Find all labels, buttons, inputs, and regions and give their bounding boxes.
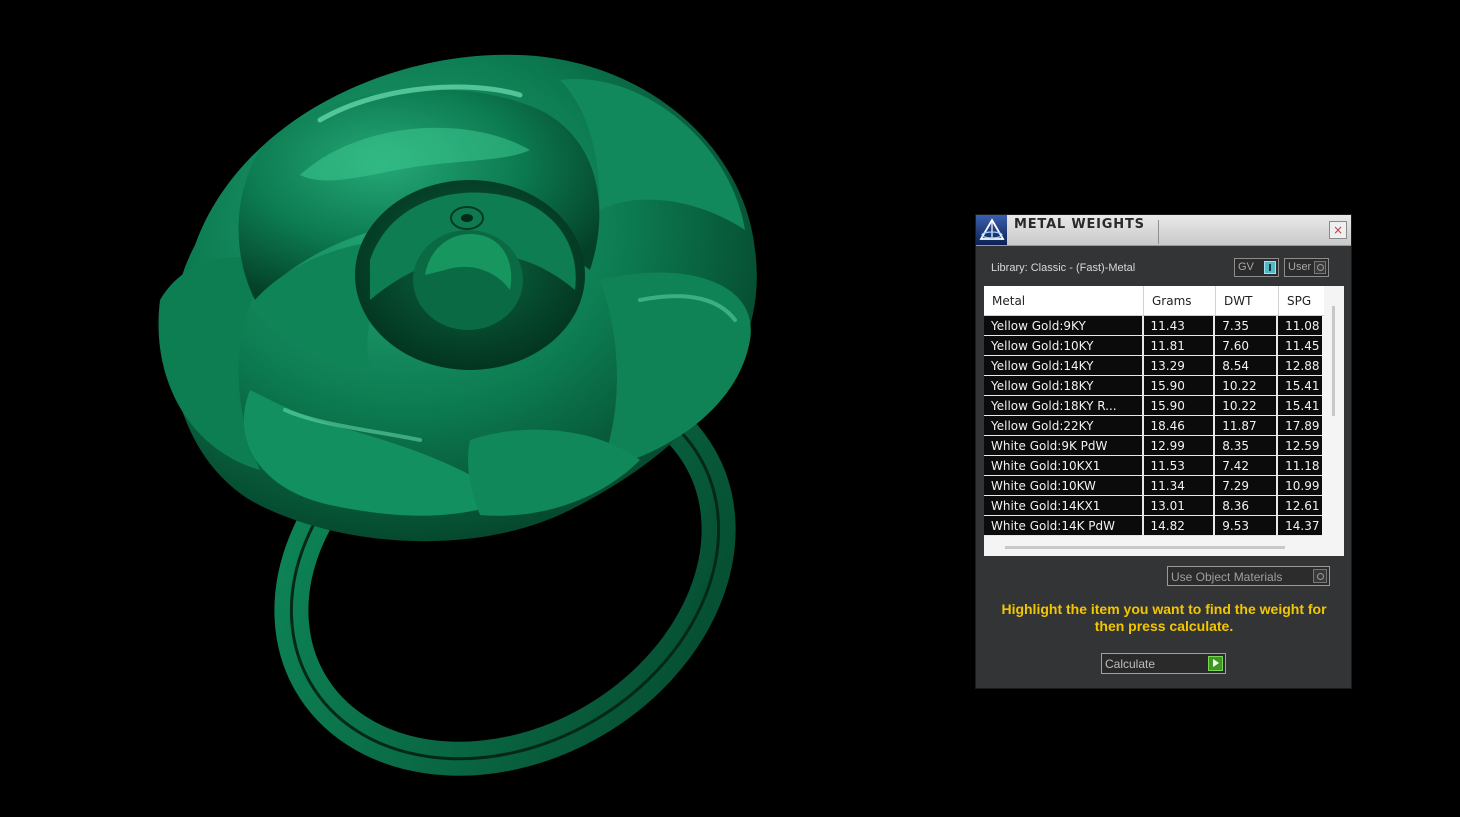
table-row[interactable]: Yellow Gold:10KY 11.81 7.60 11.45 xyxy=(984,336,1322,356)
dwt-value: 7.29 xyxy=(1215,476,1279,495)
header-metal[interactable]: Metal xyxy=(984,286,1144,315)
dwt-value: 9.53 xyxy=(1215,516,1279,535)
panel-titlebar[interactable]: METAL WEIGHTS × xyxy=(976,215,1351,246)
table-row[interactable]: Yellow Gold:14KY 13.29 8.54 12.88 xyxy=(984,356,1322,376)
user-toggle-label: User xyxy=(1288,261,1312,273)
close-icon[interactable]: × xyxy=(1329,221,1347,239)
calculate-button[interactable]: Calculate xyxy=(1101,653,1226,674)
table-row[interactable]: Yellow Gold:9KY 11.43 7.35 11.08 xyxy=(984,316,1322,336)
metal-name: Yellow Gold:10KY xyxy=(984,336,1144,355)
metal-name: White Gold:10KX1 xyxy=(984,456,1144,475)
table-row[interactable]: Yellow Gold:22KY 18.46 11.87 17.89 xyxy=(984,416,1322,436)
metal-name: Yellow Gold:9KY xyxy=(984,316,1144,335)
table-row[interactable]: Yellow Gold:18KY R... 15.90 10.22 15.41 xyxy=(984,396,1322,416)
library-label: Library: Classic - (Fast)-Metal xyxy=(991,262,1136,274)
grams-value: 11.43 xyxy=(1144,316,1216,335)
table-row[interactable]: White Gold:10KW 11.34 7.29 10.99 xyxy=(984,476,1322,496)
grams-value: 13.29 xyxy=(1144,356,1216,375)
toggle-on-icon xyxy=(1264,261,1276,274)
grams-value: 11.53 xyxy=(1144,456,1216,475)
grams-value: 12.99 xyxy=(1144,436,1216,455)
spg-value: 11.08 xyxy=(1285,319,1320,333)
instruction-text: Highlight the item you want to find the … xyxy=(1001,601,1327,634)
spg-value: 17.89 xyxy=(1285,419,1320,433)
grams-value: 11.34 xyxy=(1144,476,1216,495)
table-row[interactable]: White Gold:9K PdW 12.99 8.35 12.59 xyxy=(984,436,1322,456)
spg-value: 12.88 xyxy=(1285,359,1320,373)
dwt-value: 11.87 xyxy=(1215,416,1279,435)
dwt-value: 8.54 xyxy=(1215,356,1279,375)
metal-name: Yellow Gold:18KY R... xyxy=(984,396,1144,415)
rose-ring-render xyxy=(158,54,757,776)
grams-value: 15.90 xyxy=(1144,396,1216,415)
dwt-value: 8.35 xyxy=(1215,436,1279,455)
spg-value: 10.99 xyxy=(1285,479,1320,493)
metal-table[interactable]: Metal Grams DWT SPG Yellow Gold:9KY 11.43… xyxy=(984,286,1344,556)
dwt-value: 10.22 xyxy=(1215,396,1279,415)
spg-value: 14.37 xyxy=(1285,519,1320,533)
toggle-off-icon xyxy=(1313,569,1327,583)
use-object-materials-toggle[interactable]: Use Object Materials xyxy=(1167,566,1330,586)
gv-toggle[interactable]: GV xyxy=(1234,258,1279,277)
grams-value: 18.46 xyxy=(1144,416,1216,435)
header-grams[interactable]: Grams xyxy=(1144,286,1216,315)
metal-weights-panel: METAL WEIGHTS × Library: Classic - (Fast… xyxy=(976,215,1351,688)
header-spg[interactable]: SPG xyxy=(1279,286,1324,315)
panel-title: METAL WEIGHTS xyxy=(1014,217,1145,232)
pyramid-logo-icon xyxy=(976,215,1007,245)
metal-name: Yellow Gold:14KY xyxy=(984,356,1144,375)
table-header: Metal Grams DWT SPG xyxy=(984,286,1324,316)
calculate-label: Calculate xyxy=(1105,657,1156,671)
metal-name: White Gold:14KX1 xyxy=(984,496,1144,515)
dwt-value: 7.60 xyxy=(1215,336,1279,355)
spg-value: 12.59 xyxy=(1285,439,1320,453)
title-divider xyxy=(1158,220,1159,244)
spg-value: 12.61 xyxy=(1285,499,1320,513)
user-toggle[interactable]: User xyxy=(1284,258,1329,277)
spg-value: 15.41 xyxy=(1285,399,1320,413)
use-object-materials-label: Use Object Materials xyxy=(1171,570,1283,584)
grams-value: 11.81 xyxy=(1144,336,1216,355)
table-body: Yellow Gold:9KY 11.43 7.35 11.08 Yellow Gold… xyxy=(984,316,1322,537)
dwt-value: 7.42 xyxy=(1215,456,1279,475)
grams-value: 13.01 xyxy=(1144,496,1216,515)
3d-viewport[interactable] xyxy=(0,0,960,817)
dwt-value: 10.22 xyxy=(1215,376,1279,395)
spg-value: 11.18 xyxy=(1285,459,1320,473)
play-arrow-icon xyxy=(1208,656,1223,671)
grams-value: 15.90 xyxy=(1144,376,1216,395)
dwt-value: 8.36 xyxy=(1215,496,1279,515)
vertical-scrollbar[interactable] xyxy=(1332,306,1335,416)
table-row[interactable]: White Gold:10KX1 11.53 7.42 11.18 xyxy=(984,456,1322,476)
table-row[interactable]: White Gold:14KX1 13.01 8.36 12.61 xyxy=(984,496,1322,516)
gv-toggle-label: GV xyxy=(1238,261,1254,273)
metal-name: Yellow Gold:22KY xyxy=(984,416,1144,435)
table-row[interactable]: White Gold:14K PdW 14.82 9.53 14.37 xyxy=(984,516,1322,536)
dwt-value: 7.35 xyxy=(1215,316,1279,335)
horizontal-scrollbar[interactable] xyxy=(1005,546,1285,549)
metal-name: White Gold:14K PdW xyxy=(984,516,1144,535)
table-row[interactable]: Yellow Gold:18KY 15.90 10.22 15.41 xyxy=(984,376,1322,396)
metal-name: Yellow Gold:18KY xyxy=(984,376,1144,395)
header-dwt[interactable]: DWT xyxy=(1216,286,1279,315)
toggle-off-icon xyxy=(1314,261,1326,274)
spg-value: 15.41 xyxy=(1285,379,1320,393)
grams-value: 14.82 xyxy=(1144,516,1216,535)
metal-name: White Gold:9K PdW xyxy=(984,436,1144,455)
spg-value: 11.45 xyxy=(1285,339,1320,353)
metal-name: White Gold:10KW xyxy=(984,476,1144,495)
